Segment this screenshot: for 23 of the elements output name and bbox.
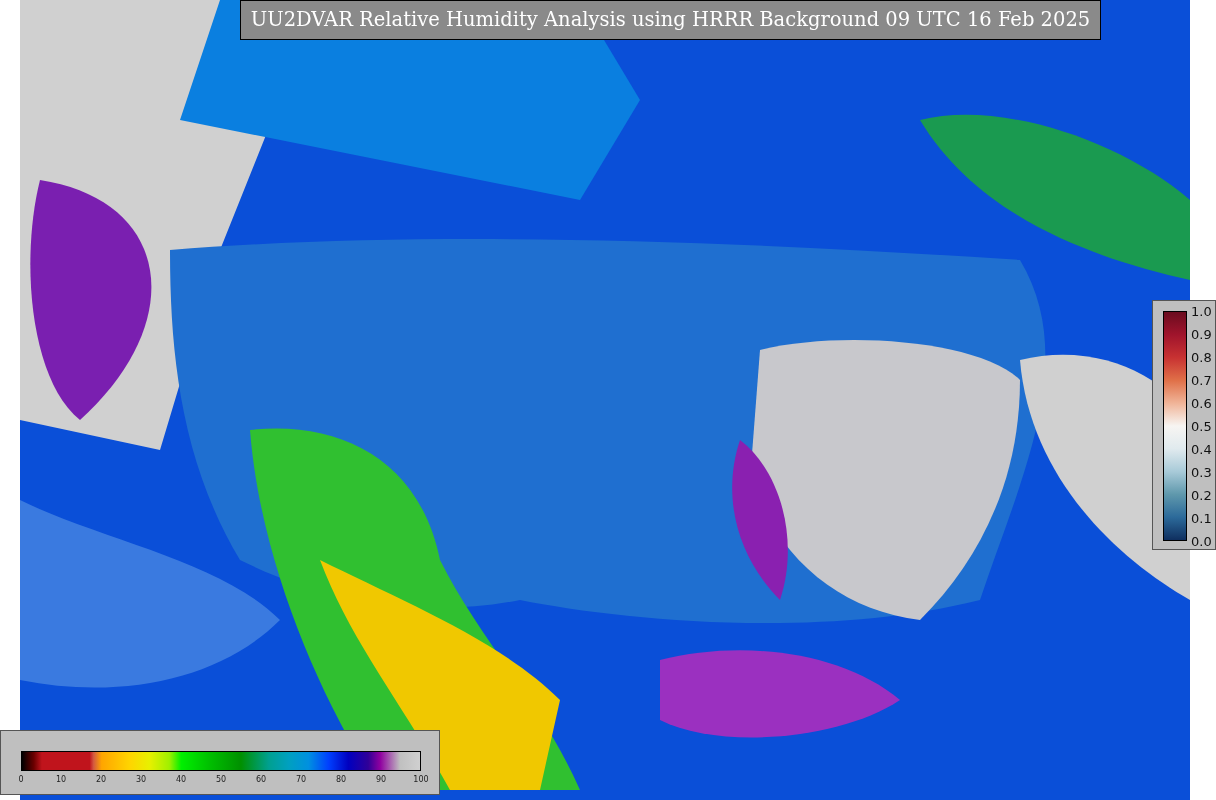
scale-label: 50 (215, 774, 227, 786)
scale-label: 0.5 (1191, 419, 1212, 433)
scale-label: 0.8 (1191, 350, 1212, 364)
scale-label: 30 (135, 774, 147, 786)
scale-label: 0.2 (1191, 488, 1212, 502)
scale-label: 1.0 (1191, 304, 1212, 318)
scale-label: 70 (295, 774, 307, 786)
scale-label: 40 (175, 774, 187, 786)
scale-label: 0 (18, 774, 24, 786)
scale-label: 60 (255, 774, 267, 786)
scale-label: 0.7 (1191, 373, 1212, 387)
scale-label: 0.0 (1191, 534, 1212, 548)
scale-label: 0.1 (1191, 511, 1212, 525)
scale-label: 80 (335, 774, 347, 786)
scale-label: 20 (95, 774, 107, 786)
scale-label: 0.4 (1191, 442, 1212, 456)
chart-title: UU2DVAR Relative Humidity Analysis using HRRR Background 09 UTC 16 Feb 2025 (240, 0, 1101, 40)
scale-label: 0.3 (1191, 465, 1212, 479)
scale-label: 100 (413, 774, 429, 786)
scale-label: 90 (375, 774, 387, 786)
scale-label: 0.6 (1191, 396, 1212, 410)
scale-label: 10 (55, 774, 67, 786)
scale-label: 0.9 (1191, 327, 1212, 341)
